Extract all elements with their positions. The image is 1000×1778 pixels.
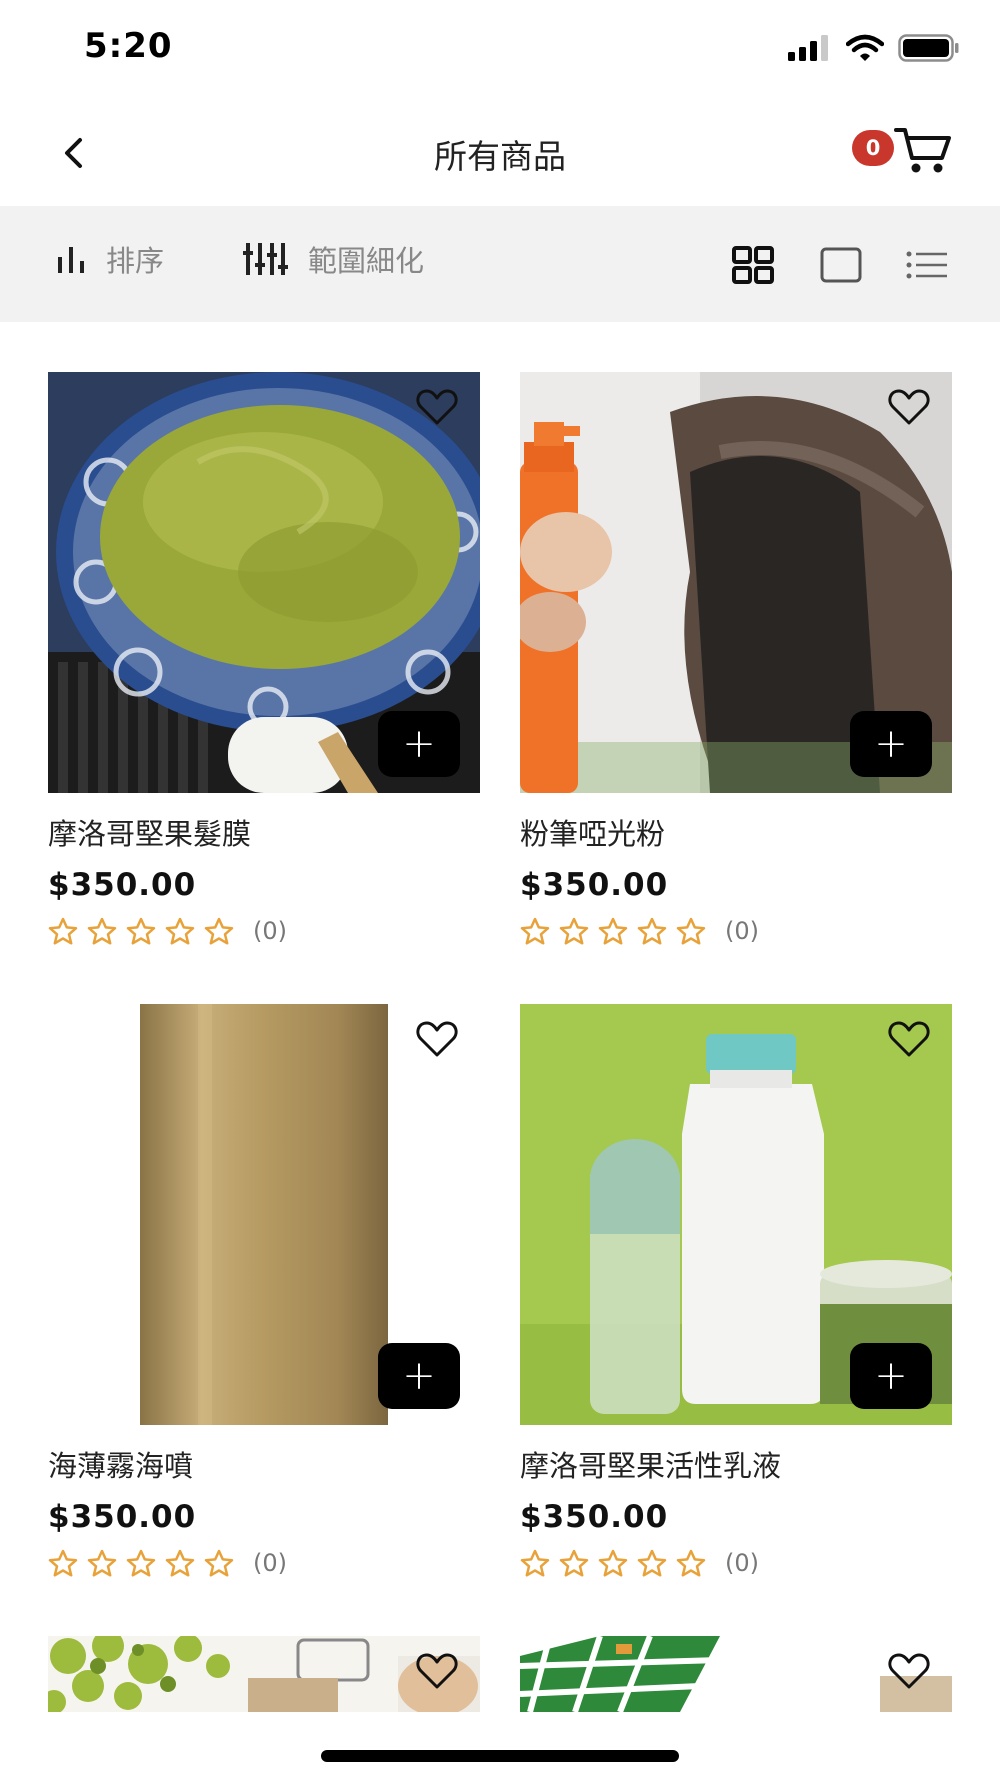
heart-icon [888, 1653, 930, 1689]
heart-icon [416, 1021, 458, 1057]
partial-product-row [48, 1636, 952, 1712]
heart-icon [416, 389, 458, 425]
star-icon [520, 917, 550, 945]
star-icon [48, 917, 78, 945]
product-image[interactable]: + [520, 372, 952, 793]
product-name[interactable]: 摩洛哥堅果活性乳液 [520, 1443, 952, 1485]
product-card[interactable]: + 海薄霧海噴 $350.00 (0) [48, 1004, 480, 1636]
cart-icon [894, 128, 951, 173]
product-image[interactable]: + [520, 1004, 952, 1425]
star-icon [204, 1549, 234, 1577]
product-price: $350.00 [520, 867, 669, 903]
cart-button[interactable]: 0 [852, 124, 952, 182]
product-image[interactable] [48, 1636, 480, 1712]
product-price: $350.00 [48, 1499, 197, 1535]
filter-label: 範圍細化 [308, 244, 425, 278]
battery-icon [898, 34, 959, 62]
status-time: 5:20 [84, 26, 173, 66]
sort-label: 排序 [106, 244, 165, 278]
product-card[interactable]: + 摩洛哥堅果活性乳液 $350.00 (0) [520, 1004, 952, 1636]
single-view-icon [820, 247, 862, 283]
favorite-button[interactable] [888, 388, 930, 426]
add-to-cart-button[interactable]: + [850, 711, 932, 777]
wifi-icon [846, 34, 884, 61]
grid-view-icon [732, 246, 774, 284]
star-icon [637, 1549, 667, 1577]
favorite-button[interactable] [888, 1020, 930, 1058]
star-icon [48, 1549, 78, 1577]
star-icon [559, 1549, 589, 1577]
review-count: (0) [725, 917, 759, 945]
home-indicator[interactable] [321, 1750, 679, 1762]
product-rating: (0) [48, 1549, 480, 1577]
add-to-cart-button[interactable]: + [378, 1343, 460, 1409]
star-icon [87, 1549, 117, 1577]
star-icon [676, 917, 706, 945]
star-icon [87, 917, 117, 945]
star-icon [559, 917, 589, 945]
star-icon [126, 917, 156, 945]
favorite-button[interactable] [416, 1020, 458, 1058]
star-icon [637, 917, 667, 945]
heart-icon [416, 1653, 458, 1689]
status-icons [788, 34, 960, 62]
product-image[interactable] [520, 1636, 952, 1712]
review-count: (0) [725, 1549, 759, 1577]
product-name[interactable]: 摩洛哥堅果髮膜 [48, 811, 480, 853]
product-rating: (0) [520, 917, 952, 945]
star-icon [520, 1549, 550, 1577]
signal-icon [788, 35, 828, 61]
product-grid: + 摩洛哥堅果髮膜 $350.00 (0) + 粉筆啞光粉 $350.00 (0… [48, 372, 952, 1636]
add-to-cart-button[interactable]: + [850, 1343, 932, 1409]
sort-button[interactable]: 排序 [56, 238, 164, 280]
list-view-icon [906, 251, 947, 279]
add-to-cart-button[interactable]: + [378, 711, 460, 777]
product-price: $350.00 [520, 1499, 669, 1535]
product-rating: (0) [48, 917, 480, 945]
review-count: (0) [253, 1549, 287, 1577]
star-icon [676, 1549, 706, 1577]
status-bar: 5:20 [0, 0, 1000, 100]
product-rating: (0) [520, 1549, 952, 1577]
star-icon [165, 917, 195, 945]
heart-icon [888, 389, 930, 425]
review-count: (0) [253, 917, 287, 945]
star-icon [126, 1549, 156, 1577]
cart-count-badge: 0 [852, 130, 894, 166]
grid-view-button[interactable] [730, 242, 776, 288]
heart-icon [888, 1021, 930, 1057]
star-icon [598, 1549, 628, 1577]
star-icon [598, 917, 628, 945]
sliders-icon [243, 243, 288, 275]
navigation-bar: 所有商品 0 [0, 100, 1000, 206]
product-name[interactable]: 粉筆啞光粉 [520, 811, 952, 853]
favorite-button[interactable] [416, 388, 458, 426]
filter-button[interactable]: 範圍細化 [242, 238, 424, 280]
product-image[interactable]: + [48, 1004, 480, 1425]
favorite-button[interactable] [888, 1652, 930, 1690]
product-card[interactable]: + 粉筆啞光粉 $350.00 (0) [520, 372, 952, 1004]
list-view-button[interactable] [904, 242, 950, 288]
filter-toolbar: 排序 範圍細化 [0, 206, 1000, 322]
product-card[interactable]: + 摩洛哥堅果髮膜 $350.00 (0) [48, 372, 480, 1004]
sort-icon [58, 247, 84, 273]
star-icon [204, 917, 234, 945]
product-image[interactable]: + [48, 372, 480, 793]
star-icon [165, 1549, 195, 1577]
product-price: $350.00 [48, 867, 197, 903]
single-view-button[interactable] [818, 242, 864, 288]
favorite-button[interactable] [416, 1652, 458, 1690]
product-name[interactable]: 海薄霧海噴 [48, 1443, 480, 1485]
page-title: 所有商品 [434, 137, 566, 176]
